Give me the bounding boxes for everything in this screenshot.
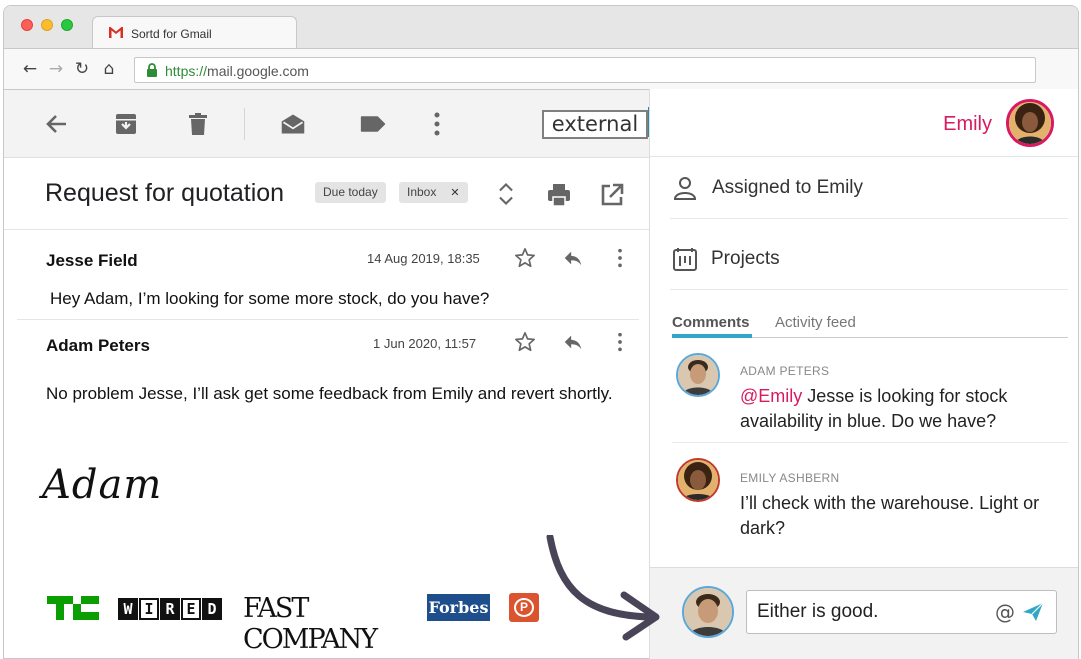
panel-tabs: Comments Activity feed bbox=[672, 312, 1068, 338]
tab-activity-feed[interactable]: Activity feed bbox=[775, 314, 856, 331]
avatar-photo bbox=[684, 588, 732, 636]
comment-divider bbox=[672, 442, 1068, 443]
maximize-window-button[interactable] bbox=[61, 19, 73, 31]
comment-text: @Emily Jesse is looking for stock availa… bbox=[740, 386, 1008, 431]
comment-author: ADAM PETERS bbox=[740, 364, 830, 378]
back-arrow-icon[interactable]: ← bbox=[21, 60, 39, 78]
minimize-window-button[interactable] bbox=[41, 19, 53, 31]
star-icon[interactable] bbox=[514, 247, 536, 269]
url-text: https://mail.google.com bbox=[165, 63, 309, 79]
comment-author: EMILY ASHBERN bbox=[740, 471, 840, 485]
avatar-photo bbox=[678, 460, 718, 500]
reply-icon[interactable] bbox=[562, 247, 584, 269]
tab-comments[interactable]: Comments bbox=[672, 314, 750, 331]
archive-icon[interactable] bbox=[113, 111, 139, 137]
techcrunch-logo bbox=[47, 596, 99, 620]
message-body: Hey Adam, I’m looking for some more stoc… bbox=[50, 289, 490, 308]
tab-title: Sortd for Gmail bbox=[131, 27, 212, 41]
open-new-window-icon[interactable] bbox=[599, 182, 625, 208]
label-icon[interactable] bbox=[360, 111, 386, 137]
more-vert-icon[interactable] bbox=[424, 111, 450, 137]
comment-input[interactable] bbox=[757, 600, 987, 624]
tab-bar: Sortd for Gmail bbox=[4, 6, 1078, 49]
label-chip-due-today[interactable]: Due today bbox=[315, 182, 386, 203]
user-name: Emily bbox=[943, 113, 992, 135]
avatar bbox=[676, 458, 720, 502]
print-icon[interactable] bbox=[546, 182, 572, 208]
forward-arrow-icon[interactable]: → bbox=[47, 60, 65, 78]
send-icon[interactable] bbox=[1021, 601, 1045, 623]
back-icon[interactable] bbox=[44, 111, 70, 137]
comment-input-box[interactable]: @ bbox=[746, 590, 1057, 634]
comment-composer: @ bbox=[650, 567, 1078, 659]
star-icon[interactable] bbox=[514, 331, 536, 353]
forbes-logo: Forbes bbox=[427, 594, 490, 621]
message-sender: Jesse Field bbox=[46, 251, 138, 270]
message-item[interactable]: Adam Peters 1 Jun 2020, 11:57 No problem… bbox=[17, 321, 639, 441]
address-bar: ← → ↻ ⌂ https://mail.google.com bbox=[4, 48, 1078, 90]
curved-arrow-icon bbox=[546, 535, 660, 641]
assigned-label: Assigned to Emily bbox=[712, 177, 864, 198]
avatar-photo bbox=[1009, 102, 1051, 144]
more-vert-icon[interactable] bbox=[609, 247, 631, 269]
comment-text: I’ll check with the warehouse. Light or … bbox=[740, 493, 1040, 538]
subject-row: Request for quotation Due today Inbox ✕ bbox=[4, 158, 650, 230]
reload-icon[interactable]: ↻ bbox=[73, 60, 91, 78]
projects-row[interactable]: Projects bbox=[670, 228, 1068, 290]
mention[interactable]: @Emily bbox=[740, 386, 802, 406]
message-sender: Adam Peters bbox=[46, 336, 150, 355]
toolbar-divider bbox=[244, 108, 245, 140]
wired-logo: W I R E D bbox=[118, 598, 222, 620]
message-date: 14 Aug 2019, 18:35 bbox=[367, 251, 480, 266]
lock-icon bbox=[147, 63, 157, 77]
user-avatar[interactable] bbox=[1006, 99, 1054, 147]
current-user-avatar bbox=[682, 586, 734, 638]
reply-icon[interactable] bbox=[562, 331, 584, 353]
trash-icon[interactable] bbox=[185, 111, 211, 137]
fast-company-logo: FASTCOMPANY bbox=[243, 593, 378, 655]
handwritten-signature: Adam bbox=[42, 462, 163, 508]
message-body: No problem Jesse, I’ll ask get some feed… bbox=[46, 384, 613, 403]
gmail-logo-icon bbox=[109, 27, 123, 38]
sortd-panel: Emily Assigned to Emily Projects Comment… bbox=[649, 89, 1078, 659]
email-subject: Request for quotation bbox=[45, 179, 285, 207]
project-board-icon bbox=[673, 248, 697, 271]
active-tab-indicator bbox=[672, 334, 752, 338]
more-vert-icon[interactable] bbox=[609, 331, 631, 353]
expand-collapse-icon[interactable] bbox=[493, 181, 519, 207]
person-icon bbox=[673, 177, 697, 200]
url-field[interactable]: https://mail.google.com bbox=[134, 57, 1036, 83]
message-date: 1 Jun 2020, 11:57 bbox=[373, 336, 477, 351]
projects-label: Projects bbox=[711, 248, 780, 269]
close-window-button[interactable] bbox=[21, 19, 33, 31]
avatar-photo bbox=[678, 355, 718, 395]
product-hunt-logo: P bbox=[509, 593, 539, 622]
comment-item: ADAM PETERS @Emily Jesse is looking for … bbox=[672, 351, 1068, 441]
panel-header: Emily bbox=[650, 89, 1078, 157]
external-toggle[interactable]: external bbox=[542, 110, 648, 139]
browser-tab[interactable]: Sortd for Gmail bbox=[92, 16, 297, 49]
comment-item: EMILY ASHBERN I’ll check with the wareho… bbox=[672, 457, 1068, 547]
mention-button[interactable]: @ bbox=[995, 600, 1015, 624]
mark-unread-icon[interactable] bbox=[280, 111, 306, 137]
remove-label-icon[interactable]: ✕ bbox=[450, 187, 459, 199]
label-chip-inbox[interactable]: Inbox ✕ bbox=[399, 182, 468, 203]
assigned-row[interactable]: Assigned to Emily bbox=[670, 157, 1068, 219]
message-item[interactable]: Jesse Field 14 Aug 2019, 18:35 Hey Adam,… bbox=[17, 230, 639, 320]
avatar bbox=[676, 353, 720, 397]
home-icon[interactable]: ⌂ bbox=[100, 60, 118, 78]
